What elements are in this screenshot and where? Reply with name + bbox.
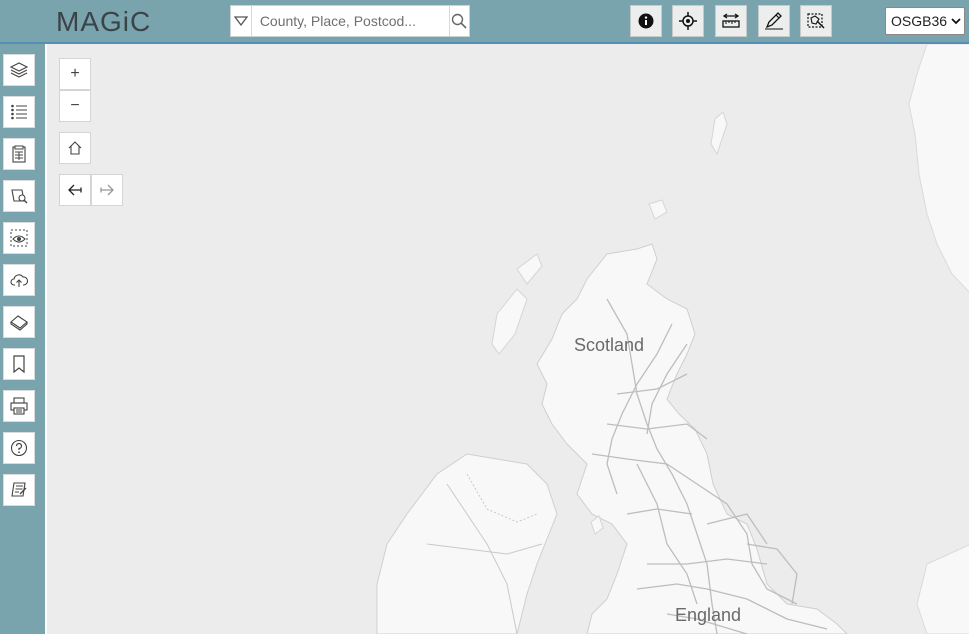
top-toolbar: MAGiC County, Place, Postcod... OSGB36 (0, 0, 969, 44)
sidebar-item-map-info[interactable] (3, 138, 35, 170)
info-icon (638, 13, 654, 29)
zoom-in-button[interactable]: + (59, 58, 91, 90)
home-icon (68, 141, 82, 155)
list-icon (11, 104, 27, 120)
home-button[interactable] (59, 132, 91, 164)
search-options-dropdown[interactable] (231, 6, 252, 36)
map-search-icon (11, 189, 28, 204)
pencil-icon (765, 12, 783, 30)
left-sidebar (0, 44, 45, 634)
locate-button[interactable] (672, 5, 704, 37)
crs-select-value: OSGB36 (891, 13, 948, 29)
select-map-icon (807, 13, 825, 29)
select-button[interactable] (800, 5, 832, 37)
next-view-button[interactable] (91, 174, 123, 206)
sidebar-item-help[interactable] (3, 432, 35, 464)
map-canvas[interactable]: + − Scotland England (45, 44, 969, 634)
search-icon (452, 13, 467, 29)
layers-icon (10, 62, 28, 78)
sidebar-item-upload[interactable] (3, 264, 35, 296)
eye-icon (10, 229, 28, 247)
sidebar-item-view[interactable] (3, 222, 35, 254)
help-icon (10, 439, 28, 457)
notes-icon (11, 482, 27, 497)
measure-button[interactable] (715, 5, 747, 37)
sidebar-item-print[interactable] (3, 390, 35, 422)
printer-icon (10, 397, 28, 415)
table-icon (12, 145, 26, 163)
label-scotland: Scotland (574, 335, 645, 355)
zoom-out-button[interactable]: − (59, 90, 91, 122)
label-england: England (675, 605, 742, 625)
cloud-upload-icon (10, 274, 28, 287)
sidebar-item-bookmarks[interactable] (3, 348, 35, 380)
location-search (230, 5, 470, 37)
crosshair-icon (679, 12, 697, 30)
info-button[interactable] (630, 5, 662, 37)
sidebar-item-notes[interactable] (3, 474, 35, 506)
search-input[interactable] (251, 6, 449, 36)
search-button[interactable] (448, 6, 469, 36)
basemap (376, 44, 969, 634)
triangle-down-icon (233, 16, 248, 26)
eraser-icon (10, 315, 28, 331)
ruler-icon (722, 13, 740, 28)
arrow-left-icon (68, 184, 82, 196)
sidebar-item-basemaps[interactable] (3, 306, 35, 338)
sidebar-item-legend[interactable] (3, 96, 35, 128)
sidebar-item-search-map[interactable] (3, 180, 35, 212)
magic-logo: MAGiC (56, 6, 152, 37)
sidebar-item-layers[interactable] (3, 54, 35, 86)
draw-button[interactable] (758, 5, 790, 37)
arrow-right-icon (100, 184, 114, 196)
bookmark-icon (13, 355, 25, 373)
previous-view-button[interactable] (59, 174, 91, 206)
chevron-down-icon (951, 18, 961, 25)
crs-select[interactable]: OSGB36 (885, 7, 965, 35)
